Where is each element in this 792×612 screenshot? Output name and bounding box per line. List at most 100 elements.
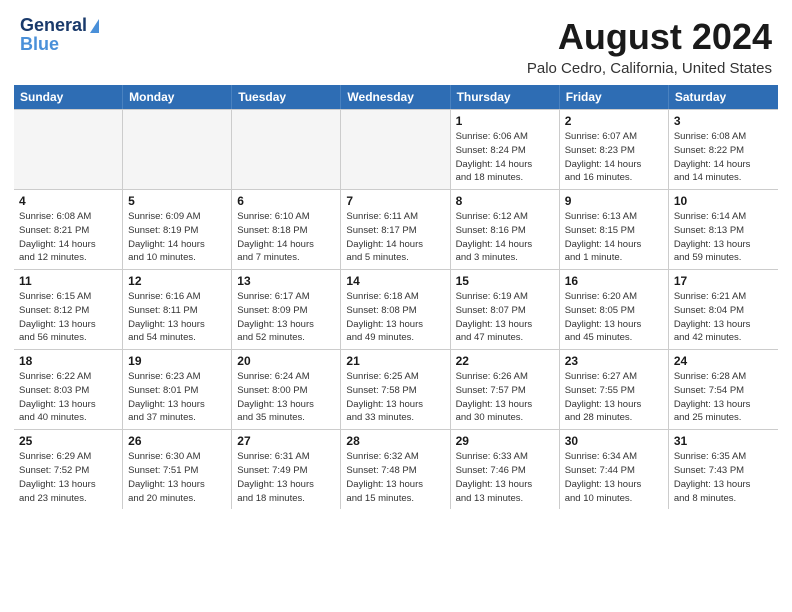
day-number: 27 [237,434,335,448]
day-number: 17 [674,274,773,288]
calendar: SundayMondayTuesdayWednesdayThursdayFrid… [14,85,778,509]
logo-triangle-icon [90,19,99,33]
day-info: Sunrise: 6:30 AM Sunset: 7:51 PM Dayligh… [128,450,226,505]
calendar-cell: 11 Sunrise: 6:15 AM Sunset: 8:12 PM Dayli… [14,270,123,349]
calendar-cell [341,110,450,189]
day-info: Sunrise: 6:27 AM Sunset: 7:55 PM Dayligh… [565,370,663,425]
day-info: Sunrise: 6:34 AM Sunset: 7:44 PM Dayligh… [565,450,663,505]
calendar-body: 1 Sunrise: 6:06 AM Sunset: 8:24 PM Daylig… [14,109,778,509]
calendar-week-5: 25Sunrise: 6:29 AM Sunset: 7:52 PM Dayli… [14,429,778,509]
day-number: 21 [346,354,444,368]
calendar-cell: 16 Sunrise: 6:20 AM Sunset: 8:05 PM Dayli… [560,270,669,349]
day-number: 5 [128,194,226,208]
calendar-cell: 24Sunrise: 6:28 AM Sunset: 7:54 PM Dayli… [669,350,778,429]
calendar-cell: 12Sunrise: 6:16 AM Sunset: 8:11 PM Dayli… [123,270,232,349]
day-number: 3 [674,114,773,128]
calendar-cell: 27 Sunrise: 6:31 AM Sunset: 7:49 PM Dayli… [232,430,341,509]
calendar-cell: 20 Sunrise: 6:24 AM Sunset: 8:00 PM Dayli… [232,350,341,429]
day-info: Sunrise: 6:15 AM Sunset: 8:12 PM Dayligh… [19,290,117,345]
day-number: 1 [456,114,554,128]
calendar-cell: 30 Sunrise: 6:34 AM Sunset: 7:44 PM Dayli… [560,430,669,509]
calendar-cell [123,110,232,189]
day-number: 15 [456,274,554,288]
calendar-cell: 21 Sunrise: 6:25 AM Sunset: 7:58 PM Dayli… [341,350,450,429]
day-number: 30 [565,434,663,448]
day-number: 25 [19,434,117,448]
subtitle: Palo Cedro, California, United States [527,60,772,77]
calendar-cell: 14 Sunrise: 6:18 AM Sunset: 8:08 PM Dayli… [341,270,450,349]
day-number: 19 [128,354,226,368]
header-day-monday: Monday [123,85,232,109]
calendar-cell: 31 Sunrise: 6:35 AM Sunset: 7:43 PM Dayli… [669,430,778,509]
calendar-cell: 10 Sunrise: 6:14 AM Sunset: 8:13 PM Dayli… [669,190,778,269]
main-title: August 2024 [527,16,772,58]
calendar-week-3: 11 Sunrise: 6:15 AM Sunset: 8:12 PM Dayli… [14,269,778,349]
day-info: Sunrise: 6:31 AM Sunset: 7:49 PM Dayligh… [237,450,335,505]
day-info: Sunrise: 6:21 AM Sunset: 8:04 PM Dayligh… [674,290,773,345]
calendar-cell: 26 Sunrise: 6:30 AM Sunset: 7:51 PM Dayli… [123,430,232,509]
calendar-cell: 18 Sunrise: 6:22 AM Sunset: 8:03 PM Dayli… [14,350,123,429]
day-info: Sunrise: 6:24 AM Sunset: 8:00 PM Dayligh… [237,370,335,425]
calendar-cell: 22 Sunrise: 6:26 AM Sunset: 7:57 PM Dayli… [451,350,560,429]
day-number: 18 [19,354,117,368]
calendar-cell: 3 Sunrise: 6:08 AM Sunset: 8:22 PM Daylig… [669,110,778,189]
day-number: 23 [565,354,663,368]
header-day-friday: Friday [560,85,669,109]
calendar-cell: 15Sunrise: 6:19 AM Sunset: 8:07 PM Dayli… [451,270,560,349]
calendar-cell: 1 Sunrise: 6:06 AM Sunset: 8:24 PM Daylig… [451,110,560,189]
calendar-cell [14,110,123,189]
calendar-cell: 9Sunrise: 6:13 AM Sunset: 8:15 PM Daylig… [560,190,669,269]
day-number: 2 [565,114,663,128]
day-number: 12 [128,274,226,288]
day-info: Sunrise: 6:18 AM Sunset: 8:08 PM Dayligh… [346,290,444,345]
day-number: 31 [674,434,773,448]
calendar-header: SundayMondayTuesdayWednesdayThursdayFrid… [14,85,778,109]
header-day-wednesday: Wednesday [341,85,450,109]
day-info: Sunrise: 6:13 AM Sunset: 8:15 PM Dayligh… [565,210,663,265]
day-number: 20 [237,354,335,368]
day-info: Sunrise: 6:08 AM Sunset: 8:22 PM Dayligh… [674,130,773,185]
calendar-cell: 7Sunrise: 6:11 AM Sunset: 8:17 PM Daylig… [341,190,450,269]
day-number: 14 [346,274,444,288]
day-info: Sunrise: 6:28 AM Sunset: 7:54 PM Dayligh… [674,370,773,425]
calendar-week-2: 4 Sunrise: 6:08 AM Sunset: 8:21 PM Daylig… [14,189,778,269]
calendar-cell: 6Sunrise: 6:10 AM Sunset: 8:18 PM Daylig… [232,190,341,269]
day-number: 10 [674,194,773,208]
day-info: Sunrise: 6:17 AM Sunset: 8:09 PM Dayligh… [237,290,335,345]
calendar-cell: 17 Sunrise: 6:21 AM Sunset: 8:04 PM Dayli… [669,270,778,349]
day-info: Sunrise: 6:06 AM Sunset: 8:24 PM Dayligh… [456,130,554,185]
header-day-sunday: Sunday [14,85,123,109]
calendar-cell: 25Sunrise: 6:29 AM Sunset: 7:52 PM Dayli… [14,430,123,509]
day-number: 16 [565,274,663,288]
day-number: 4 [19,194,117,208]
day-info: Sunrise: 6:08 AM Sunset: 8:21 PM Dayligh… [19,210,117,265]
day-info: Sunrise: 6:14 AM Sunset: 8:13 PM Dayligh… [674,210,773,265]
day-info: Sunrise: 6:33 AM Sunset: 7:46 PM Dayligh… [456,450,554,505]
day-info: Sunrise: 6:22 AM Sunset: 8:03 PM Dayligh… [19,370,117,425]
calendar-cell: 23 Sunrise: 6:27 AM Sunset: 7:55 PM Dayli… [560,350,669,429]
day-info: Sunrise: 6:32 AM Sunset: 7:48 PM Dayligh… [346,450,444,505]
calendar-week-1: 1 Sunrise: 6:06 AM Sunset: 8:24 PM Daylig… [14,109,778,189]
calendar-cell: 28 Sunrise: 6:32 AM Sunset: 7:48 PM Dayli… [341,430,450,509]
day-number: 11 [19,274,117,288]
day-number: 22 [456,354,554,368]
calendar-cell [232,110,341,189]
page: General Blue August 2024 Palo Cedro, Cal… [0,0,792,612]
calendar-week-4: 18 Sunrise: 6:22 AM Sunset: 8:03 PM Dayli… [14,349,778,429]
calendar-cell: 19Sunrise: 6:23 AM Sunset: 8:01 PM Dayli… [123,350,232,429]
header-day-thursday: Thursday [451,85,560,109]
day-number: 29 [456,434,554,448]
header-day-tuesday: Tuesday [232,85,341,109]
calendar-cell: 8Sunrise: 6:12 AM Sunset: 8:16 PM Daylig… [451,190,560,269]
day-number: 26 [128,434,226,448]
day-info: Sunrise: 6:25 AM Sunset: 7:58 PM Dayligh… [346,370,444,425]
logo: General Blue [20,16,99,55]
calendar-cell: 4 Sunrise: 6:08 AM Sunset: 8:21 PM Daylig… [14,190,123,269]
day-info: Sunrise: 6:35 AM Sunset: 7:43 PM Dayligh… [674,450,773,505]
day-info: Sunrise: 6:26 AM Sunset: 7:57 PM Dayligh… [456,370,554,425]
day-info: Sunrise: 6:20 AM Sunset: 8:05 PM Dayligh… [565,290,663,345]
logo-blue: Blue [20,34,59,55]
day-number: 28 [346,434,444,448]
day-info: Sunrise: 6:12 AM Sunset: 8:16 PM Dayligh… [456,210,554,265]
day-number: 13 [237,274,335,288]
